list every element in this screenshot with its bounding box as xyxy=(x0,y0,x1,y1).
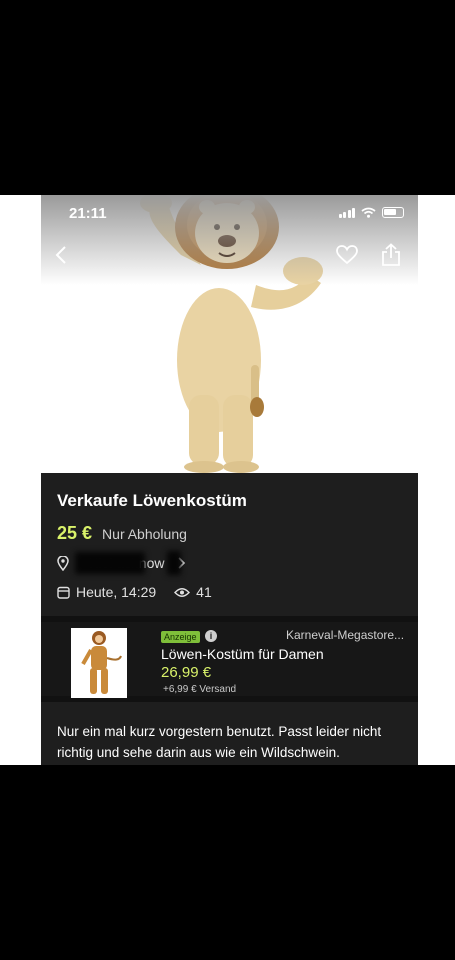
wifi-icon xyxy=(361,207,376,218)
signal-icon xyxy=(338,207,355,218)
ad-shipping: +6,99 € Versand xyxy=(163,684,237,695)
calendar-icon xyxy=(57,586,70,599)
listing-date: Heute, 14:29 xyxy=(76,584,157,600)
page: 21:11 Verkaufe Löwenkostüm 25 € Nur Abho… xyxy=(0,0,455,960)
ad-title[interactable]: Löwen-Kostüm für Damen xyxy=(161,646,324,662)
eye-icon xyxy=(174,587,191,597)
location-pin-icon xyxy=(57,555,69,571)
heart-icon[interactable] xyxy=(336,245,358,265)
ad-product-image[interactable] xyxy=(71,628,127,698)
meta-row: Heute, 14:29 41 xyxy=(57,584,212,600)
status-time: 21:11 xyxy=(69,205,107,222)
ad-badge: Anzeige xyxy=(161,631,200,643)
ad-seller: Karneval-Megastore... xyxy=(286,628,405,642)
app-screen: 21:11 Verkaufe Löwenkostüm 25 € Nur Abho… xyxy=(41,195,418,765)
ad-costume-image xyxy=(81,631,122,694)
redaction-mark xyxy=(167,551,181,575)
status-icons xyxy=(338,207,404,218)
location-row[interactable]: Klei achnow xyxy=(57,551,185,575)
listing-description: Nur ein mal kurz vorgestern benutzt. Pas… xyxy=(57,724,382,760)
price-row: 25 € Nur Abholung xyxy=(57,523,187,544)
listing-title: Verkaufe Löwenkostüm xyxy=(57,491,247,510)
share-icon[interactable] xyxy=(380,243,402,267)
delivery-option: Nur Abholung xyxy=(102,526,187,542)
redaction-mark xyxy=(75,552,145,574)
battery-icon xyxy=(382,207,404,218)
ad-price: 26,99 € xyxy=(161,664,212,681)
view-count: 41 xyxy=(196,584,212,600)
ad-banner[interactable]: Anzeige i Karneval-Megastore... Löwen-Ko… xyxy=(41,616,418,702)
listing-photo[interactable]: 21:11 xyxy=(41,195,418,473)
listing-price: 25 € xyxy=(57,523,93,543)
location-text-wrap: Klei achnow xyxy=(75,551,181,575)
info-icon[interactable]: i xyxy=(205,630,217,642)
back-icon[interactable] xyxy=(55,245,67,265)
